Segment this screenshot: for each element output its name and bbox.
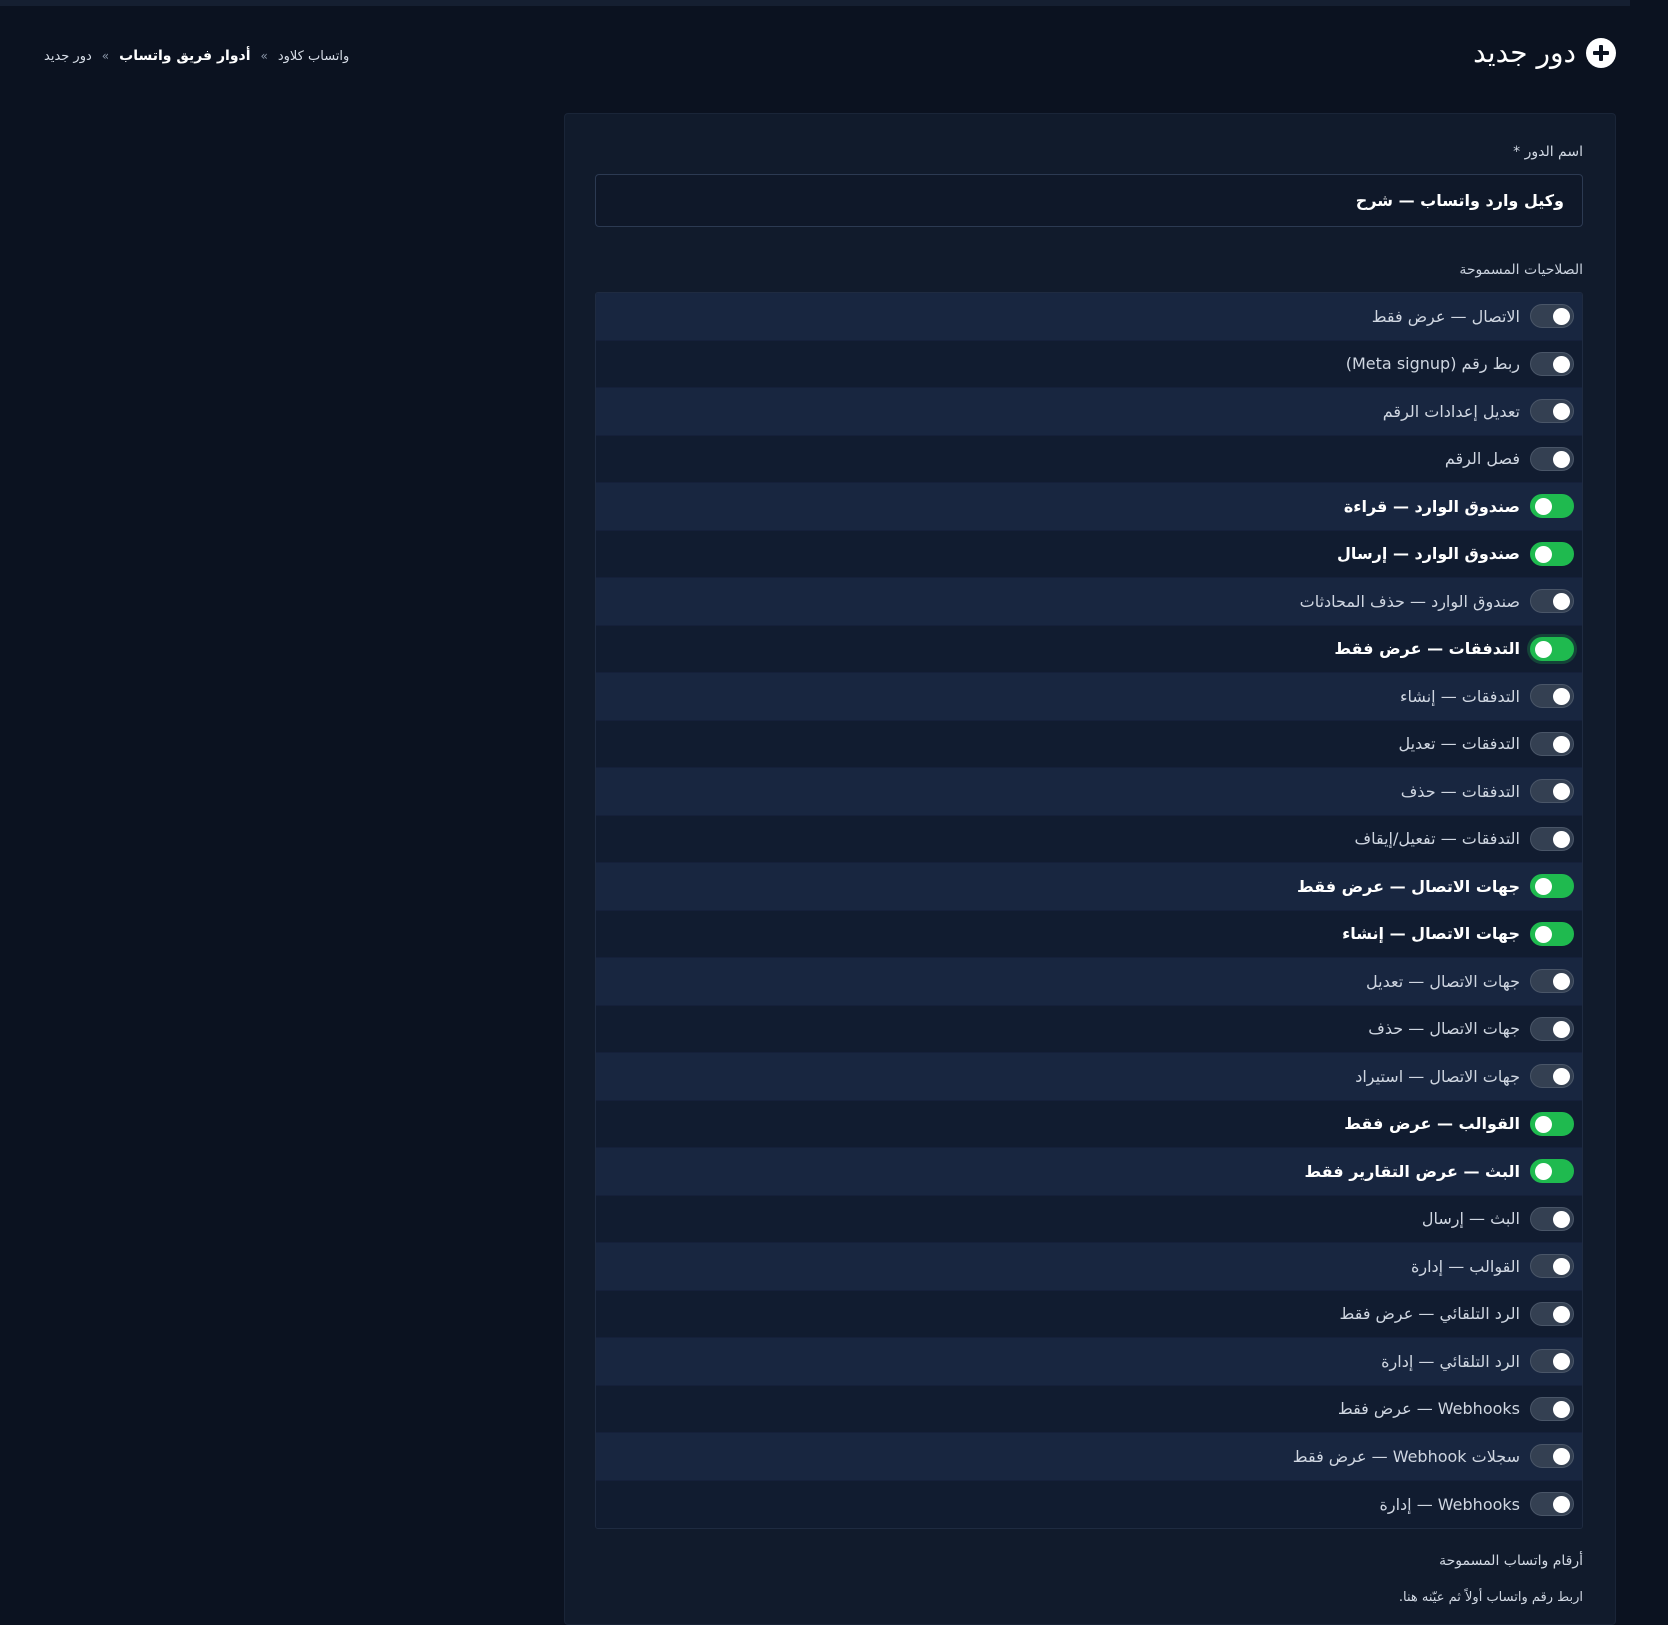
permission-toggle[interactable] <box>1530 921 1574 946</box>
permission-label: جهات الاتصال — تعديل <box>1366 971 1520 991</box>
permission-label: الرد التلقائي — عرض فقط <box>1339 1304 1520 1324</box>
permission-label: التدفقات — تفعيل/إيقاف <box>1354 829 1520 849</box>
permission-toggle[interactable] <box>1530 446 1574 471</box>
permission-row[interactable]: جهات الاتصال — تعديل <box>596 958 1582 1006</box>
permission-label: صندوق الوارد — إرسال <box>1337 544 1520 564</box>
permission-toggle[interactable] <box>1530 636 1574 661</box>
plus-circle-icon <box>1586 37 1616 68</box>
permission-toggle[interactable] <box>1530 969 1574 994</box>
permission-label: فصل الرقم <box>1444 449 1520 469</box>
page-title-group: دور جديد <box>1473 36 1616 69</box>
permission-toggle[interactable] <box>1530 351 1574 376</box>
permission-label: جهات الاتصال — حذف <box>1368 1019 1520 1039</box>
permission-toggle[interactable] <box>1530 1301 1574 1326</box>
permission-label: سجلات Webhook — عرض فقط <box>1292 1446 1520 1466</box>
permission-toggle[interactable] <box>1530 494 1574 519</box>
permission-row[interactable]: صندوق الوارد — حذف المحادثات <box>596 578 1582 626</box>
permission-toggle[interactable] <box>1530 589 1574 614</box>
permission-label: الاتصال — عرض فقط <box>1371 306 1520 326</box>
permission-toggle[interactable] <box>1530 1206 1574 1231</box>
permission-row[interactable]: Webhooks — عرض فقط <box>596 1385 1582 1433</box>
permission-label: البث — إرسال <box>1421 1209 1520 1229</box>
permission-label: جهات الاتصال — استيراد <box>1355 1066 1520 1086</box>
permissions-title: الصلاحيات المسموحة <box>1459 262 1583 278</box>
breadcrumb-item-current: دور جديد <box>44 48 92 64</box>
permission-label: صندوق الوارد — حذف المحادثات <box>1299 591 1520 611</box>
role-form-card: اسم الدور * الصلاحيات المسموحة الاتصال —… <box>564 113 1616 1625</box>
permission-row[interactable]: جهات الاتصال — عرض فقط <box>596 863 1582 911</box>
permission-label: جهات الاتصال — عرض فقط <box>1296 876 1520 896</box>
permission-toggle[interactable] <box>1530 1016 1574 1041</box>
permission-toggle[interactable] <box>1530 1396 1574 1421</box>
permission-label: التدفقات — إنشاء <box>1400 686 1520 706</box>
permission-toggle[interactable] <box>1530 541 1574 566</box>
permission-toggle[interactable] <box>1530 826 1574 851</box>
permission-label: التدفقات — عرض فقط <box>1334 639 1520 659</box>
permission-row[interactable]: التدفقات — تعديل <box>596 720 1582 768</box>
permission-toggle[interactable] <box>1530 684 1574 709</box>
permission-row[interactable]: ربط رقم (Meta signup) <box>596 340 1582 388</box>
breadcrumb-separator: » <box>260 49 268 63</box>
permission-row[interactable]: القوالب — عرض فقط <box>596 1100 1582 1148</box>
permission-row[interactable]: جهات الاتصال — استيراد <box>596 1053 1582 1101</box>
permission-row[interactable]: صندوق الوارد — قراءة <box>596 483 1582 531</box>
permission-row[interactable]: Webhooks — إدارة <box>596 1480 1582 1528</box>
permission-label: Webhooks — إدارة <box>1379 1494 1521 1514</box>
permission-row[interactable]: التدفقات — تفعيل/إيقاف <box>596 815 1582 863</box>
permission-label: البث — عرض التقارير فقط <box>1304 1161 1521 1181</box>
permission-row[interactable]: البث — عرض التقارير فقط <box>596 1148 1582 1196</box>
permission-label: جهات الاتصال — إنشاء <box>1342 924 1520 944</box>
permission-toggle[interactable] <box>1530 1159 1574 1184</box>
permission-label: Webhooks — عرض فقط <box>1337 1399 1520 1419</box>
permission-row[interactable]: جهات الاتصال — حذف <box>596 1005 1582 1053</box>
permission-label: الرد التلقائي — إدارة <box>1381 1351 1520 1371</box>
permission-row[interactable]: التدفقات — إنشاء <box>596 673 1582 721</box>
breadcrumb-separator: » <box>101 49 110 63</box>
permission-label: التدفقات — حذف <box>1400 781 1520 801</box>
permission-toggle[interactable] <box>1530 874 1574 899</box>
breadcrumb-item-team-roles[interactable]: أدوار فريق واتساب <box>119 48 250 64</box>
role-name-input[interactable] <box>595 174 1583 227</box>
permission-row[interactable]: التدفقات — عرض فقط <box>596 625 1582 673</box>
permission-toggle[interactable] <box>1530 1111 1574 1136</box>
permission-toggle[interactable] <box>1530 1254 1574 1279</box>
permission-row[interactable]: الاتصال — عرض فقط <box>596 293 1582 341</box>
permission-label: تعديل إعدادات الرقم <box>1382 401 1520 421</box>
permission-row[interactable]: فصل الرقم <box>596 435 1582 483</box>
permission-toggle[interactable] <box>1530 1444 1574 1469</box>
permission-toggle[interactable] <box>1530 1349 1574 1374</box>
page-title: دور جديد <box>1473 36 1576 69</box>
allowed-numbers-title: أرقام واتساب المسموحة <box>1439 1553 1583 1569</box>
permission-toggle[interactable] <box>1530 1492 1574 1517</box>
permission-toggle[interactable] <box>1530 304 1574 329</box>
permission-label: القوالب — عرض فقط <box>1344 1114 1520 1134</box>
permission-row[interactable]: الرد التلقائي — إدارة <box>596 1338 1582 1386</box>
permission-toggle[interactable] <box>1530 731 1574 756</box>
breadcrumb-item-whatsapp-cloud[interactable]: واتساب كلاود <box>278 49 349 64</box>
allowed-numbers-hint: اربط رقم واتساب أولاً ثم عيّنه هنا. <box>1398 1590 1583 1605</box>
permission-label: التدفقات — تعديل <box>1398 734 1520 754</box>
permission-row[interactable]: جهات الاتصال — إنشاء <box>596 910 1582 958</box>
permission-label: القوالب — إدارة <box>1410 1256 1520 1276</box>
permission-toggle[interactable] <box>1530 399 1574 424</box>
permission-row[interactable]: سجلات Webhook — عرض فقط <box>596 1433 1582 1481</box>
permission-toggle[interactable] <box>1530 779 1574 804</box>
permission-toggle[interactable] <box>1530 1064 1574 1089</box>
permissions-list: الاتصال — عرض فقط ربط رقم (Meta signup) تع… <box>595 292 1583 1529</box>
permission-row[interactable]: البث — إرسال <box>596 1195 1582 1243</box>
role-name-label: اسم الدور * <box>1513 144 1583 160</box>
permission-label: صندوق الوارد — قراءة <box>1343 496 1520 516</box>
permission-row[interactable]: الرد التلقائي — عرض فقط <box>596 1290 1582 1338</box>
permission-row[interactable]: القوالب — إدارة <box>596 1243 1582 1291</box>
permission-row[interactable]: التدفقات — حذف <box>596 768 1582 816</box>
permission-row[interactable]: تعديل إعدادات الرقم <box>596 388 1582 436</box>
page-header: دور جديد واتساب كلاود » أدوار فريق واتسا… <box>0 6 1630 106</box>
permission-label: ربط رقم (Meta signup) <box>1345 354 1520 374</box>
permission-row[interactable]: صندوق الوارد — إرسال <box>596 530 1582 578</box>
breadcrumb: واتساب كلاود » أدوار فريق واتساب » دور ج… <box>44 48 349 64</box>
